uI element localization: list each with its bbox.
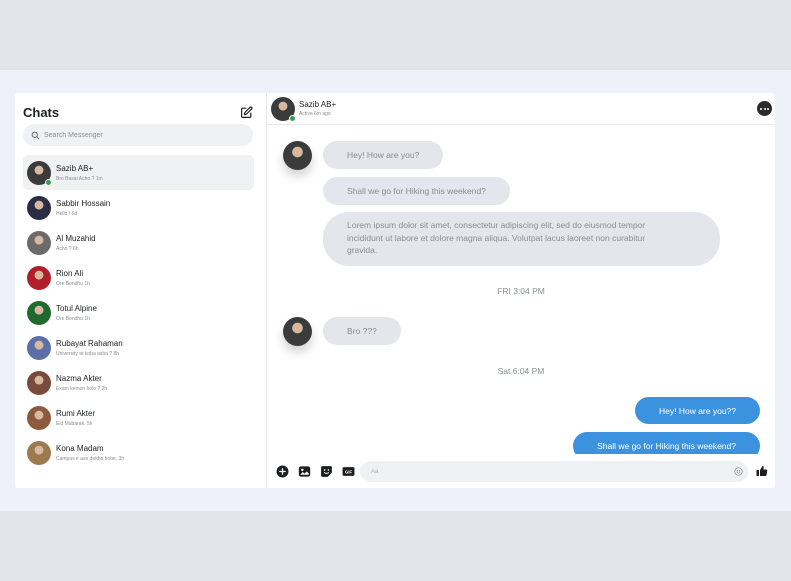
online-indicator bbox=[45, 178, 52, 186]
timestamp: Sat 6:04 PM bbox=[497, 366, 545, 376]
chat-info: Kona Madam Campus e aso dekha hobe. 3h bbox=[56, 443, 124, 463]
chat-name: Rumi Akter bbox=[56, 408, 96, 418]
avatar bbox=[27, 370, 51, 395]
chat-list-item[interactable]: Rion Ali Ore Bondhu 1h bbox=[23, 260, 254, 295]
chat-list: Sazib AB+ Bro Basai Acho ? 1m Sabbir Hossa… bbox=[15, 155, 266, 470]
chat-list-item[interactable]: Rumi Akter Eid Mubarak. 5h bbox=[23, 400, 254, 435]
chat-preview: Campus e aso dekha hobe. 3h bbox=[56, 455, 125, 462]
message-text: Lorem ipsum dolor sit amet, consectetur … bbox=[347, 219, 645, 257]
outgoing-message: Hey! How are you?? bbox=[634, 397, 760, 424]
chat-list-item[interactable]: Kona Madam Campus e aso dekha hobe. 3h bbox=[23, 435, 254, 470]
chat-preview: Exam kemon holo ? 2h bbox=[56, 385, 108, 392]
message-input[interactable] bbox=[371, 468, 721, 475]
chat-preview: University te koba asba ? 8h bbox=[56, 350, 120, 357]
chat-name: Rubayat Rahaman bbox=[56, 338, 123, 348]
chat-info: Rumi Akter Eid Mubarak. 5h bbox=[56, 408, 95, 428]
chat-list-item[interactable]: Al Muzahid Acho ? 6h bbox=[23, 225, 254, 260]
online-indicator bbox=[289, 114, 296, 122]
avatar[interactable] bbox=[271, 96, 296, 122]
message-line: incididunt ut labore et dolore magna ali… bbox=[347, 232, 646, 243]
chat-info: Sabbir Hossain Hello ! 6d bbox=[56, 198, 110, 218]
chat-preview: Hello ! 6d bbox=[56, 210, 78, 217]
sidebar-title: Chats bbox=[23, 104, 60, 120]
chat-list-item[interactable]: Rubayat Rahaman University te koba asba ?… bbox=[23, 330, 254, 365]
sticker-icon[interactable] bbox=[320, 465, 333, 478]
chat-info: Rubayat Rahaman University te koba asba ?… bbox=[56, 338, 123, 358]
contact-status: Active 6m ago bbox=[299, 110, 331, 117]
more-icon[interactable] bbox=[757, 101, 772, 116]
chat-info: Al Muzahid Acho ? 6h bbox=[56, 233, 96, 253]
message-text: Shall we go for Hiking this weekend? bbox=[597, 441, 736, 451]
message-input-bar[interactable] bbox=[360, 461, 748, 482]
chat-name: Nazma Akter bbox=[56, 373, 102, 383]
chat-name: Sabbir Hossain bbox=[56, 198, 111, 208]
chat-info: Rion Ali Ore Bondhu 1h bbox=[56, 268, 90, 288]
messenger-window: Chats Sazib AB+ Bro Basai Acho ? 1m Sabbir… bbox=[15, 93, 775, 488]
message-line: gravida. bbox=[347, 245, 378, 255]
chat-list-item[interactable]: Nazma Akter Exam kemon holo ? 2h bbox=[23, 365, 254, 400]
svg-text:GIF: GIF bbox=[345, 469, 353, 474]
chat-preview: Bro Basai Acho ? 1m bbox=[56, 175, 103, 182]
chat-info: Totul Alpine Ore Bondhu 1h bbox=[56, 303, 97, 323]
conversation-panel: Sazib AB+ Active 6m ago Hey! How are you… bbox=[267, 93, 775, 488]
chat-list-item[interactable]: Sazib AB+ Bro Basai Acho ? 1m bbox=[23, 155, 254, 190]
incoming-message: Shall we go for Hiking this weekend? bbox=[323, 177, 510, 205]
chat-list-item[interactable]: Sabbir Hossain Hello ! 6d bbox=[23, 190, 254, 225]
sidebar: Chats Sazib AB+ Bro Basai Acho ? 1m Sabbir… bbox=[15, 93, 267, 488]
message-text: Hey! How are you?? bbox=[658, 405, 736, 416]
message-text: Shall we go for Hiking this weekend? bbox=[347, 186, 486, 196]
message-text: Bro ??? bbox=[347, 326, 377, 336]
incoming-message: Hey! How are you? bbox=[323, 141, 444, 169]
incoming-message: Bro ??? bbox=[323, 317, 401, 345]
incoming-message: Lorem ipsum dolor sit amet, consectetur … bbox=[323, 212, 720, 266]
sidebar-header: Chats bbox=[15, 93, 266, 123]
timestamp: FRI 3:04 PM bbox=[497, 286, 545, 296]
avatar bbox=[27, 195, 51, 220]
avatar bbox=[27, 335, 51, 360]
chat-preview: Ore Bondhu 1h bbox=[56, 315, 90, 322]
edit-icon[interactable] bbox=[239, 105, 253, 119]
avatar[interactable] bbox=[283, 317, 312, 346]
chat-info: Nazma Akter Exam kemon holo ? 2h bbox=[56, 373, 107, 393]
avatar bbox=[27, 300, 51, 325]
chat-preview: Acho ? 6h bbox=[56, 245, 79, 252]
thumbs-up-icon[interactable] bbox=[756, 465, 768, 477]
avatar bbox=[27, 230, 51, 255]
message-line: Lorem ipsum dolor sit amet, consectetur … bbox=[347, 220, 646, 230]
message-list: Hey! How are you? Shall we go for Hiking… bbox=[267, 126, 775, 454]
contact-info: Sazib AB+ Active 6m ago bbox=[299, 100, 336, 118]
message-composer: GIF bbox=[267, 454, 775, 488]
gif-icon[interactable]: GIF bbox=[342, 465, 355, 478]
avatar bbox=[27, 160, 52, 186]
message-text: Hey! How are you? bbox=[347, 150, 420, 160]
avatar bbox=[27, 265, 51, 290]
chat-preview: Ore Bondhu 1h bbox=[56, 280, 90, 287]
search-icon bbox=[31, 131, 40, 140]
outgoing-message: Shall we go for Hiking this weekend? bbox=[573, 432, 760, 454]
plus-circle-icon[interactable] bbox=[276, 465, 289, 478]
search-bar[interactable] bbox=[23, 124, 253, 146]
chat-name: Kona Madam bbox=[56, 443, 104, 453]
avatar bbox=[27, 405, 51, 430]
image-icon[interactable] bbox=[298, 465, 311, 478]
chat-list-item[interactable]: Totul Alpine Ore Bondhu 1h bbox=[23, 295, 254, 330]
chat-info: Sazib AB+ Bro Basai Acho ? 1m bbox=[56, 163, 103, 183]
search-input[interactable] bbox=[44, 131, 234, 139]
contact-name[interactable]: Sazib AB+ bbox=[299, 100, 336, 110]
chat-preview: Eid Mubarak. 5h bbox=[56, 420, 93, 427]
avatar bbox=[27, 440, 51, 465]
chat-name: Totul Alpine bbox=[56, 303, 97, 313]
conversation-header: Sazib AB+ Active 6m ago bbox=[267, 93, 775, 125]
chat-name: Sazib AB+ bbox=[56, 163, 94, 173]
avatar[interactable] bbox=[283, 141, 312, 170]
chat-name: Al Muzahid bbox=[56, 233, 96, 243]
chat-name: Rion Ali bbox=[56, 268, 84, 278]
emoji-icon[interactable] bbox=[734, 467, 743, 476]
